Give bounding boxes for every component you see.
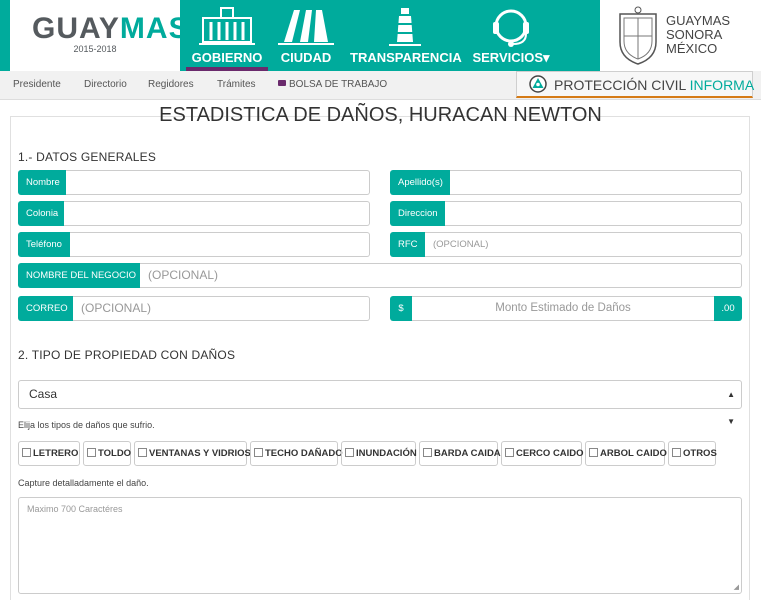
nombre-input[interactable]: [66, 170, 370, 195]
subnav-regidores[interactable]: Regidores: [148, 79, 194, 90]
section-datos-generales: 1.- DATOS GENERALES: [18, 150, 157, 164]
rfc-group: RFC (OPCIONAL): [390, 232, 742, 257]
nombre-negocio-group: NOMBRE DEL NEGOCIO (OPCIONAL): [18, 263, 742, 288]
rfc-label: RFC: [390, 232, 425, 257]
telefono-group: Teléfono: [18, 232, 370, 257]
damage-types-prompt: Elija los tipos de daños que sufrio.: [18, 420, 155, 430]
property-type-select[interactable]: Casa ▲ ▼: [18, 380, 742, 426]
nav-ciudad[interactable]: CIUDAD: [270, 0, 342, 71]
guaymas-logo[interactable]: GUAYMAS 2015-2018: [10, 0, 189, 71]
direccion-group: Direccion: [390, 201, 742, 226]
nombre-negocio-input[interactable]: (OPCIONAL): [140, 263, 742, 288]
property-type-value: Casa: [29, 387, 58, 401]
checkbox-barda-caida[interactable]: BARDA CAIDA: [419, 441, 501, 466]
subnav-presidente[interactable]: Presidente: [13, 79, 61, 90]
nav-transparencia[interactable]: TRANSPARENCIA: [350, 0, 462, 71]
nav-gobierno-label: GOBIERNO: [191, 50, 263, 65]
brand-text: GUAYMAS SONORA MÉXICO: [666, 13, 731, 56]
coat-of-arms-icon: [619, 6, 657, 65]
colonia-input[interactable]: [64, 201, 370, 226]
checkbox-box[interactable]: [672, 447, 681, 457]
site-header: GUAYMAS 2015-2018 GOBIERNO CIUDAD TRANSP…: [0, 0, 761, 71]
checkbox-cerco-caido[interactable]: CERCO CAIDO: [501, 441, 584, 466]
apellido-label: Apellido(s): [390, 170, 450, 195]
nav-servicios-label: SERVICIOS▾: [472, 50, 550, 65]
rfc-input[interactable]: (OPCIONAL): [425, 232, 742, 257]
subnav-bolsa-de-trabajo[interactable]: BOLSA DE TRABAJO: [278, 79, 387, 90]
checkbox-ventanas-y-vidrios[interactable]: VENTANAS Y VIDRIOS: [134, 441, 251, 466]
checkbox-inundacion[interactable]: INUNDACIÓN: [341, 441, 417, 466]
proteccion-civil-informa-tab[interactable]: PROTECCIÓN CIVIL INFORMA: [516, 71, 755, 98]
city-hall-icon: [199, 7, 255, 45]
select-caret-icon: ▲ ▼: [727, 390, 735, 426]
checkbox-box[interactable]: [138, 447, 147, 457]
telefono-label: Teléfono: [18, 232, 70, 257]
checkbox-box[interactable]: [345, 447, 354, 457]
correo-input[interactable]: (OPCIONAL): [73, 296, 370, 321]
checkbox-box[interactable]: [505, 447, 514, 457]
monto-group: $ Monto Estimado de Daños .00: [390, 296, 742, 321]
nombre-group: Nombre: [18, 170, 370, 195]
checkbox-box[interactable]: [589, 447, 598, 457]
logo-years: 2015-2018: [73, 44, 117, 54]
apellido-input[interactable]: [450, 170, 742, 195]
checkbox-box[interactable]: [423, 447, 432, 457]
direccion-label: Direccion: [390, 201, 445, 226]
checkbox-box[interactable]: [22, 447, 31, 457]
nombre-negocio-label: NOMBRE DEL NEGOCIO: [18, 263, 140, 288]
detail-prompt: Capture detalladamente el daño.: [18, 478, 149, 488]
headset-icon: [493, 9, 529, 47]
nav-servicios[interactable]: SERVICIOS▾: [466, 0, 556, 71]
checkbox-toldo[interactable]: TOLDO: [83, 441, 131, 466]
currency-prefix: $: [390, 296, 412, 321]
damage-detail-textarea[interactable]: Maximo 700 Caractéres ◢: [18, 497, 742, 594]
nav-ciudad-label: CIUDAD: [280, 50, 332, 65]
subnav-directorio[interactable]: Directorio: [84, 79, 127, 90]
nav-gobierno[interactable]: GOBIERNO: [186, 0, 268, 71]
briefcase-icon: [278, 80, 286, 87]
guaymas-sonora-brand: GUAYMAS SONORA MÉXICO: [600, 0, 761, 71]
cents-suffix: .00: [714, 296, 742, 321]
checkbox-box[interactable]: [87, 447, 96, 457]
correo-group: CORREO (OPCIONAL): [18, 296, 370, 321]
proteccion-civil-label: PROTECCIÓN CIVIL INFORMA: [554, 77, 755, 93]
checkbox-techo-danado[interactable]: TECHO DAÑADO: [250, 441, 343, 466]
telefono-input[interactable]: [70, 232, 370, 257]
checkbox-arbol-caido[interactable]: ARBOL CAIDO: [585, 441, 667, 466]
nav-transparencia-label: TRANSPARENCIA: [350, 50, 462, 65]
direccion-input[interactable]: [445, 201, 742, 226]
monument-icon: [278, 10, 334, 45]
colonia-label: Colonia: [18, 201, 64, 226]
correo-label: CORREO: [18, 296, 73, 321]
resize-handle-icon[interactable]: ◢: [734, 583, 739, 591]
damage-detail-placeholder: Maximo 700 Caractéres: [27, 504, 123, 514]
checkbox-box[interactable]: [254, 447, 263, 457]
apellido-group: Apellido(s): [390, 170, 742, 195]
checkbox-otros[interactable]: OTROS: [668, 441, 717, 466]
monto-input[interactable]: Monto Estimado de Daños: [412, 296, 714, 321]
checkbox-letrero[interactable]: LETRERO: [18, 441, 80, 466]
subnav-tramites[interactable]: Trámites: [217, 79, 256, 90]
logo-wordmark: GUAYMAS: [32, 12, 190, 45]
nombre-label: Nombre: [18, 170, 66, 195]
form-title: ESTADISTICA DE DAÑOS, HURACAN NEWTON: [159, 104, 602, 126]
colonia-group: Colonia: [18, 201, 370, 226]
lighthouse-icon: [389, 8, 421, 46]
section-tipo-propiedad: 2. TIPO DE PROPIEDAD CON DAÑOS: [18, 348, 236, 362]
civil-protection-icon: [529, 75, 547, 93]
